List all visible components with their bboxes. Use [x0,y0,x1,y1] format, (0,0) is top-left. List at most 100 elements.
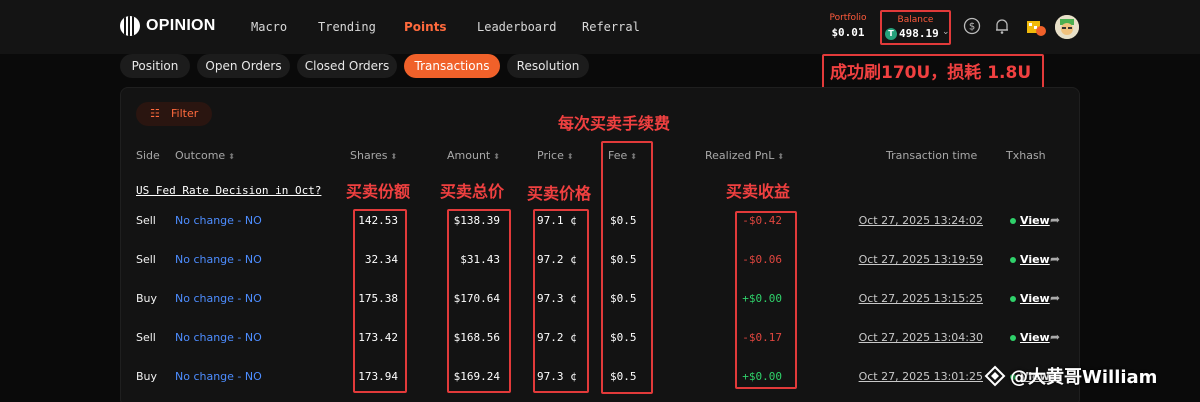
bell-icon[interactable] [993,17,1011,35]
portfolio-value: $0.01 [831,26,865,39]
row-realized-pnl: +$0.00 [742,370,782,383]
nav-leaderboard[interactable]: Leaderboard [477,20,556,34]
view-link[interactable]: View [1020,292,1050,305]
dollar-circle-icon[interactable]: $ [963,17,981,35]
row-outcome[interactable]: No change - NO [175,370,262,383]
row-price: 97.2 ¢ [537,331,577,344]
balance-label: Balance [897,15,934,25]
row-fee: $0.5 [610,214,637,227]
row-side: Sell [136,253,156,266]
row-realized-pnl: -$0.06 [742,253,782,266]
row-side: Sell [136,331,156,344]
col-transaction-time[interactable]: Transaction time [886,149,977,162]
view-link[interactable]: View [1020,214,1050,227]
annotation-amount: 买卖总价 [440,182,505,201]
row-shares: 142.53 [358,214,398,227]
market-title[interactable]: US Fed Rate Decision in Oct? [136,184,321,197]
logo-icon [120,16,140,36]
row-price: 97.2 ¢ [537,253,577,266]
nav-macro[interactable]: Macro [251,20,287,34]
col-txhash: Txhash [1006,149,1046,162]
filter-label: Filter [171,107,199,120]
row-shares: 173.42 [358,331,398,344]
row-fee: $0.5 [610,253,637,266]
watermark: @大黄哥William [984,363,1157,389]
chevron-down-icon: ⌄ [942,27,950,37]
balance-dropdown[interactable]: Balance T 498.19 ⌄ [880,10,951,45]
user-avatar[interactable] [1055,15,1079,39]
row-shares: 32.34 [364,253,398,266]
col-side[interactable]: Side [136,149,160,162]
share-icon[interactable]: ➦ [1050,330,1060,344]
row-fee: $0.5 [610,292,637,305]
row-price: 97.1 ¢ [537,214,577,227]
row-fee: $0.5 [610,370,637,383]
share-icon[interactable]: ➦ [1050,213,1060,227]
row-side: Sell [136,214,156,227]
row-txhash[interactable]: View [1010,253,1050,266]
sort-icon: ⬍ [390,152,398,161]
binance-square-icon [984,365,1006,387]
annotation-fee: 每次买卖手续费 [558,114,671,133]
row-outcome[interactable]: No change - NO [175,292,262,305]
sort-icon: ⬍ [228,152,235,161]
tab-closed-orders[interactable]: Closed Orders [297,54,397,78]
opinion-logo[interactable]: OPINION [120,16,216,36]
row-transaction-time[interactable]: Oct 27, 2025 13:15:25 [859,292,983,305]
status-dot [1010,335,1016,341]
row-transaction-time[interactable]: Oct 27, 2025 13:01:25 [859,370,983,383]
row-realized-pnl: -$0.17 [742,331,782,344]
tab-resolution[interactable]: Resolution [507,54,589,78]
row-txhash[interactable]: View [1010,214,1050,227]
nav-referral[interactable]: Referral [582,20,640,34]
row-outcome[interactable]: No change - NO [175,253,262,266]
col-price[interactable]: Price ⬍ [537,149,574,162]
status-dot [1010,296,1016,302]
row-amount: $138.39 [453,214,500,227]
nav-points[interactable]: Points [404,20,447,34]
annotation-shares: 买卖份额 [346,182,411,201]
col-shares[interactable]: Shares ⬍ [350,149,397,162]
row-shares: 175.38 [358,292,398,305]
row-transaction-time[interactable]: Oct 27, 2025 13:04:30 [859,331,983,344]
row-transaction-time[interactable]: Oct 27, 2025 13:24:02 [859,214,983,227]
transactions-panel [120,87,1080,402]
view-link[interactable]: View [1020,331,1050,344]
row-realized-pnl: +$0.00 [742,292,782,305]
annotation-box-fee [601,141,653,394]
row-price: 97.3 ¢ [537,370,577,383]
row-amount: $31.43 [460,253,500,266]
row-txhash[interactable]: View [1010,292,1050,305]
row-fee: $0.5 [610,331,637,344]
tab-position[interactable]: Position [120,54,190,78]
tab-transactions[interactable]: Transactions [404,54,500,78]
row-txhash[interactable]: View [1010,331,1050,344]
row-outcome[interactable]: No change - NO [175,214,262,227]
sliders-icon: ☷ [150,107,160,120]
portfolio-summary[interactable]: Portfolio $0.01 [826,13,870,39]
status-dot [1010,257,1016,263]
row-side: Buy [136,370,158,383]
row-price: 97.3 ¢ [537,292,577,305]
row-outcome[interactable]: No change - NO [175,331,262,344]
usdt-coin-icon: T [885,28,897,40]
share-icon[interactable]: ➦ [1050,252,1060,266]
filter-button[interactable]: ☷ Filter [136,102,212,126]
tab-open-orders[interactable]: Open Orders [197,54,290,78]
col-realized-pnl[interactable]: Realized PnL ⬍ [705,149,784,162]
status-dot [1010,218,1016,224]
svg-text:$: $ [969,22,975,33]
gift-box-icon[interactable] [1025,15,1047,37]
sort-icon: ⬍ [493,152,500,161]
col-amount[interactable]: Amount ⬍ [447,149,500,162]
logo-text: OPINION [146,17,216,34]
nav-trending[interactable]: Trending [318,20,376,34]
share-icon[interactable]: ➦ [1050,291,1060,305]
row-transaction-time[interactable]: Oct 27, 2025 13:19:59 [859,253,983,266]
sort-icon: ⬍ [566,152,574,161]
row-side: Buy [136,292,158,305]
annotation-price: 买卖价格 [527,184,592,203]
view-link[interactable]: View [1020,253,1050,266]
annotation-pnl: 买卖收益 [726,182,791,201]
col-outcome[interactable]: Outcome ⬍ [175,149,235,162]
